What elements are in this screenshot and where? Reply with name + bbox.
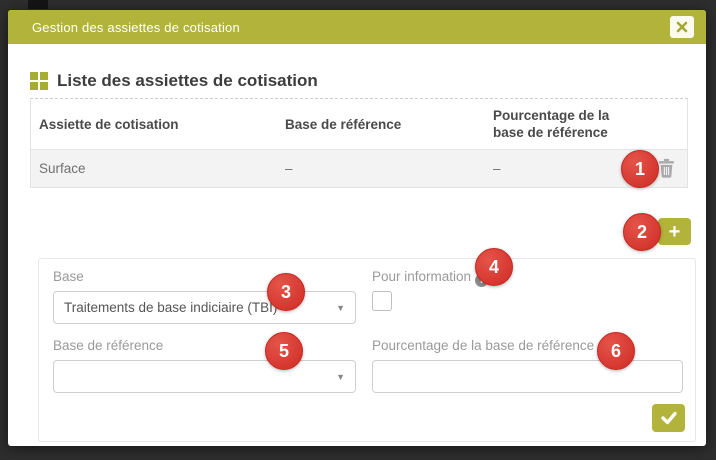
- form-grid: Base Traitements de base indiciaire (TBI…: [53, 269, 681, 393]
- table-header-row: Assiette de cotisation Base de référence…: [31, 99, 687, 149]
- pourcentage-input[interactable]: [372, 360, 683, 393]
- section-title: Liste des assiettes de cotisation: [57, 71, 318, 91]
- cell-assiette: Surface: [31, 161, 285, 176]
- chevron-down-icon: ▼: [336, 372, 345, 382]
- step-badge-1: 1: [621, 150, 659, 188]
- base-reference-select[interactable]: ▼: [53, 360, 356, 393]
- chevron-down-icon: ▼: [336, 303, 345, 313]
- background-artifact: [28, 0, 48, 9]
- field-base-reference: Base de référence ▼: [53, 338, 356, 393]
- dim-overlay-background: Gestion des assiettes de cotisation List…: [0, 0, 716, 460]
- confirm-button[interactable]: [652, 404, 685, 432]
- base-select[interactable]: Traitements de base indiciaire (TBI) ▼: [53, 291, 356, 324]
- assiettes-table: Assiette de cotisation Base de référence…: [30, 98, 688, 188]
- step-badge-3: 3: [267, 273, 305, 311]
- step-badge-4: 4: [475, 248, 513, 286]
- modal-gestion-assiettes: Gestion des assiettes de cotisation List…: [8, 10, 706, 446]
- grid-icon: [30, 72, 48, 90]
- add-assiette-button[interactable]: +: [658, 218, 691, 245]
- column-header-base-reference: Base de référence: [285, 116, 493, 133]
- column-header-assiette: Assiette de cotisation: [31, 116, 285, 133]
- close-icon: [676, 21, 688, 33]
- base-label: Base: [53, 269, 356, 286]
- base-reference-label: Base de référence: [53, 338, 356, 355]
- step-badge-5: 5: [265, 332, 303, 370]
- step-badge-6: 6: [597, 332, 635, 370]
- trash-icon: [658, 158, 675, 178]
- modal-content: Liste des assiettes de cotisation Assiet…: [8, 70, 706, 188]
- modal-titlebar: Gestion des assiettes de cotisation: [8, 10, 706, 44]
- section-header: Liste des assiettes de cotisation: [30, 70, 688, 92]
- field-pour-information: Pour informationi: [372, 269, 683, 324]
- modal-title: Gestion des assiettes de cotisation: [32, 20, 670, 35]
- cell-base-reference: –: [285, 161, 493, 176]
- pour-information-label: Pour informationi: [372, 269, 683, 286]
- table-row: Surface – –: [31, 149, 687, 187]
- pourcentage-label: Pourcentage de la base de référence: [372, 338, 683, 355]
- field-pourcentage: Pourcentage de la base de référence: [372, 338, 683, 393]
- plus-icon: +: [669, 221, 681, 243]
- delete-row-button[interactable]: [658, 158, 675, 181]
- close-button[interactable]: [670, 16, 694, 38]
- check-icon: [660, 410, 678, 426]
- column-header-pourcentage: Pourcentage de la base de référence: [493, 107, 643, 141]
- field-base: Base Traitements de base indiciaire (TBI…: [53, 269, 356, 324]
- pour-information-checkbox[interactable]: [372, 291, 392, 311]
- step-badge-2: 2: [623, 213, 661, 251]
